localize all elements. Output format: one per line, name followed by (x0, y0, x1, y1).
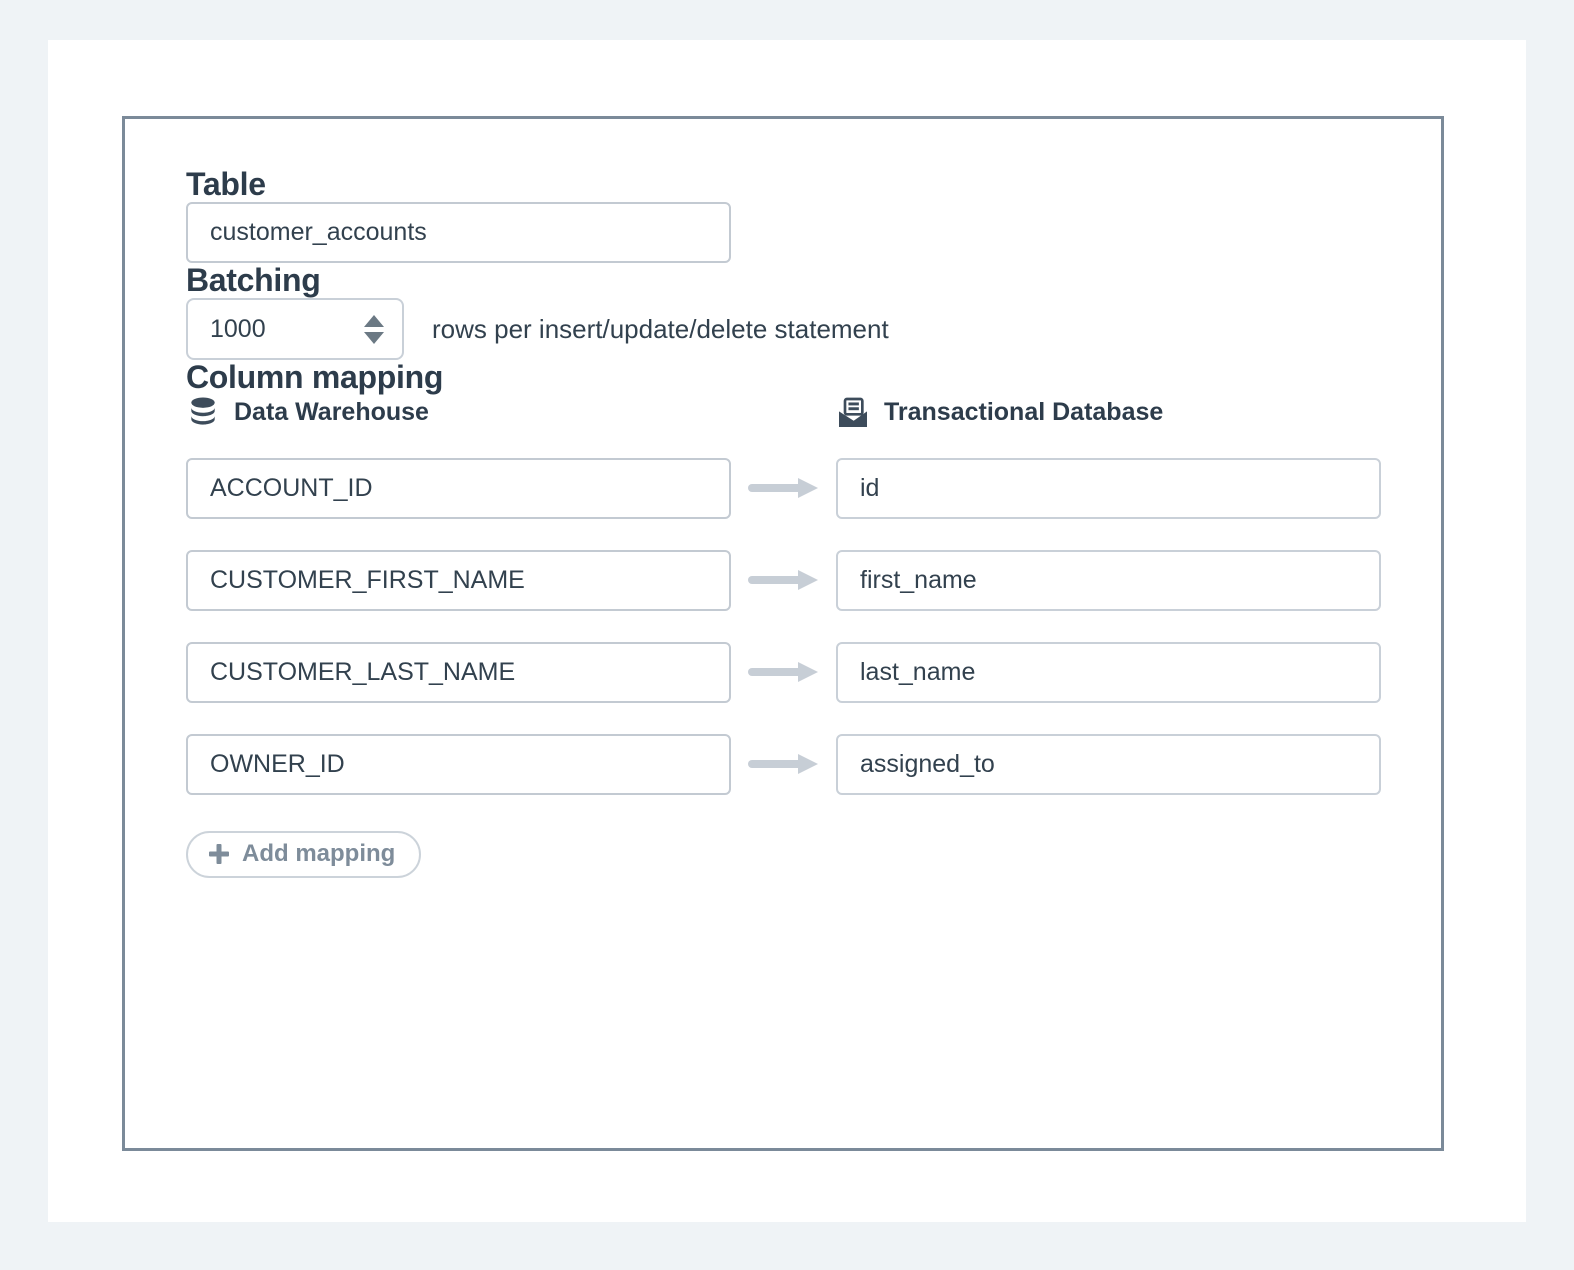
mapping-row: ACCOUNT_ID (186, 458, 1441, 519)
mapping-column-headers: Data Warehouse Transactional Database (186, 396, 1441, 430)
add-mapping-button[interactable]: Add mapping (186, 831, 421, 878)
batching-section-heading: Batching (186, 263, 1441, 298)
batching-row: rows per insert/update/delete statement (186, 298, 1441, 360)
database-icon (186, 396, 220, 430)
source-column-select[interactable]: OWNER_ID (186, 734, 731, 795)
source-column-value: CUSTOMER_LAST_NAME (210, 658, 671, 687)
source-column-title: Data Warehouse (234, 398, 429, 427)
target-field-box (836, 642, 1381, 703)
batch-size-input[interactable] (210, 315, 320, 344)
source-column-header: Data Warehouse (186, 396, 836, 430)
mapping-row: CUSTOMER_LAST_NAME (186, 642, 1441, 703)
envelope-document-icon (836, 396, 870, 430)
target-field-input[interactable] (860, 566, 1357, 595)
mapping-arrow-icon (731, 478, 836, 498)
plus-icon (208, 843, 230, 865)
stepper-down-icon[interactable] (364, 332, 384, 344)
target-field-input[interactable] (860, 658, 1357, 687)
table-select-value: customer_accounts (210, 218, 671, 247)
source-column-value: CUSTOMER_FIRST_NAME (210, 566, 671, 595)
table-select[interactable]: customer_accounts (186, 202, 731, 263)
sync-config-panel: Table customer_accounts Batching rows pe… (122, 116, 1444, 1151)
mapping-arrow-icon (731, 754, 836, 774)
table-section-heading: Table (186, 167, 1441, 202)
source-column-select[interactable]: ACCOUNT_ID (186, 458, 731, 519)
stepper-up-icon[interactable] (364, 315, 384, 327)
source-column-select[interactable]: CUSTOMER_FIRST_NAME (186, 550, 731, 611)
batch-size-description: rows per insert/update/delete statement (432, 314, 889, 345)
batch-size-stepper[interactable] (364, 315, 384, 344)
mapping-arrow-icon (731, 662, 836, 682)
target-column-header: Transactional Database (836, 396, 1163, 430)
source-column-select[interactable]: CUSTOMER_LAST_NAME (186, 642, 731, 703)
target-field-box (836, 734, 1381, 795)
target-field-box (836, 550, 1381, 611)
source-column-value: OWNER_ID (210, 750, 671, 779)
column-mapping-heading: Column mapping (186, 360, 1441, 395)
target-field-input[interactable] (860, 474, 1357, 503)
content-card: Table customer_accounts Batching rows pe… (48, 40, 1526, 1222)
target-field-input[interactable] (860, 750, 1357, 779)
mapping-arrow-icon (731, 570, 836, 590)
add-mapping-label: Add mapping (242, 840, 395, 868)
source-column-value: ACCOUNT_ID (210, 474, 671, 503)
target-column-title: Transactional Database (884, 398, 1163, 427)
mapping-row: CUSTOMER_FIRST_NAME (186, 550, 1441, 611)
target-field-box (836, 458, 1381, 519)
batch-size-box (186, 298, 404, 360)
mapping-row: OWNER_ID (186, 734, 1441, 795)
